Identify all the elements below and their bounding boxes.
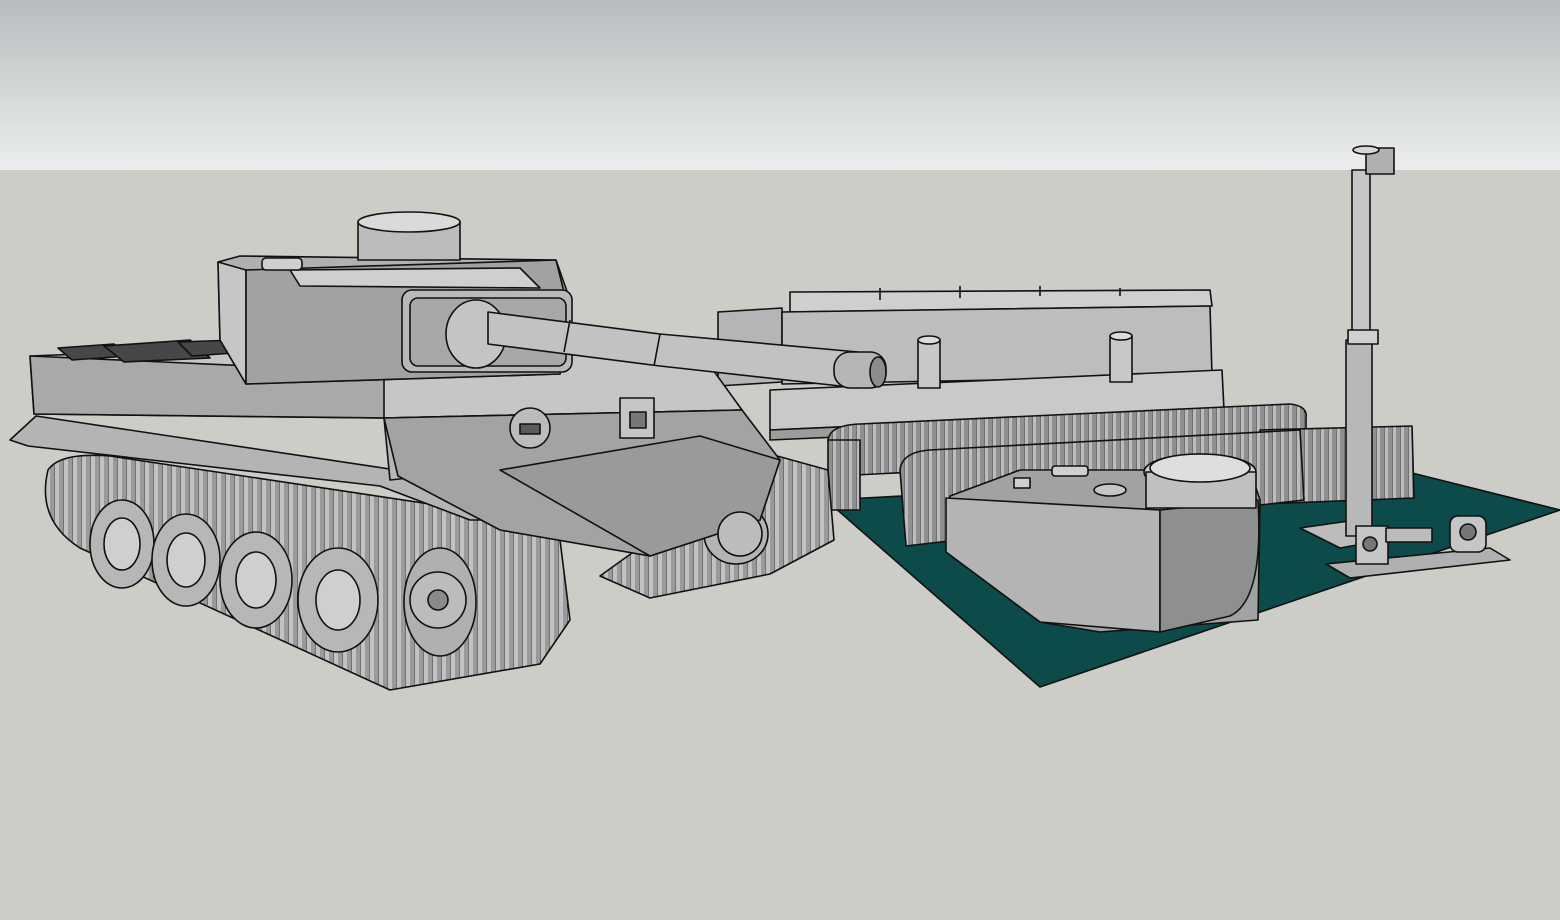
sky — [0, 0, 1560, 170]
3d-viewport[interactable] — [0, 0, 1560, 920]
model-scene[interactable] — [0, 0, 1560, 920]
